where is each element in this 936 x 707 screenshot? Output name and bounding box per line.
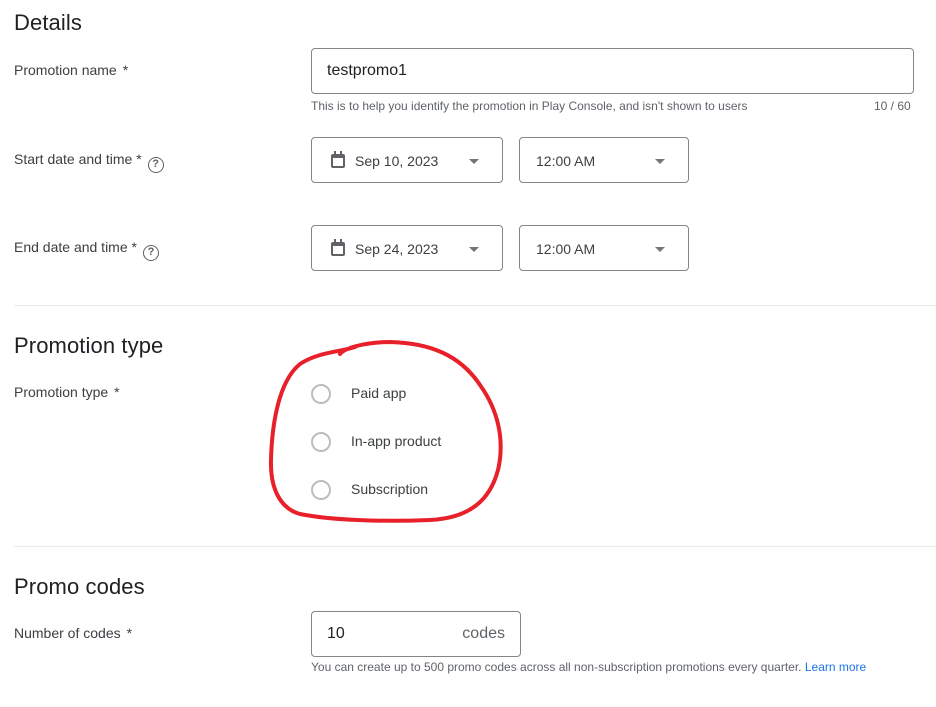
learn-more-link[interactable]: Learn more	[805, 660, 866, 674]
number-of-codes-hint-text: You can create up to 500 promo codes acr…	[311, 660, 802, 674]
number-of-codes-input[interactable]: 10 codes	[311, 611, 521, 657]
number-of-codes-label: Number of codes *	[14, 625, 132, 641]
number-of-codes-value: 10	[327, 625, 345, 642]
red-circle-annotation	[268, 340, 503, 523]
codes-suffix: codes	[462, 625, 505, 642]
number-of-codes-hint: You can create up to 500 promo codes acr…	[311, 660, 866, 674]
annotation-stroke	[268, 340, 503, 523]
section-divider	[14, 546, 936, 547]
promo-codes-section-title: Promo codes	[14, 574, 145, 599]
number-of-codes-label-text: Number of codes	[14, 625, 121, 641]
required-mark: *	[126, 625, 133, 641]
